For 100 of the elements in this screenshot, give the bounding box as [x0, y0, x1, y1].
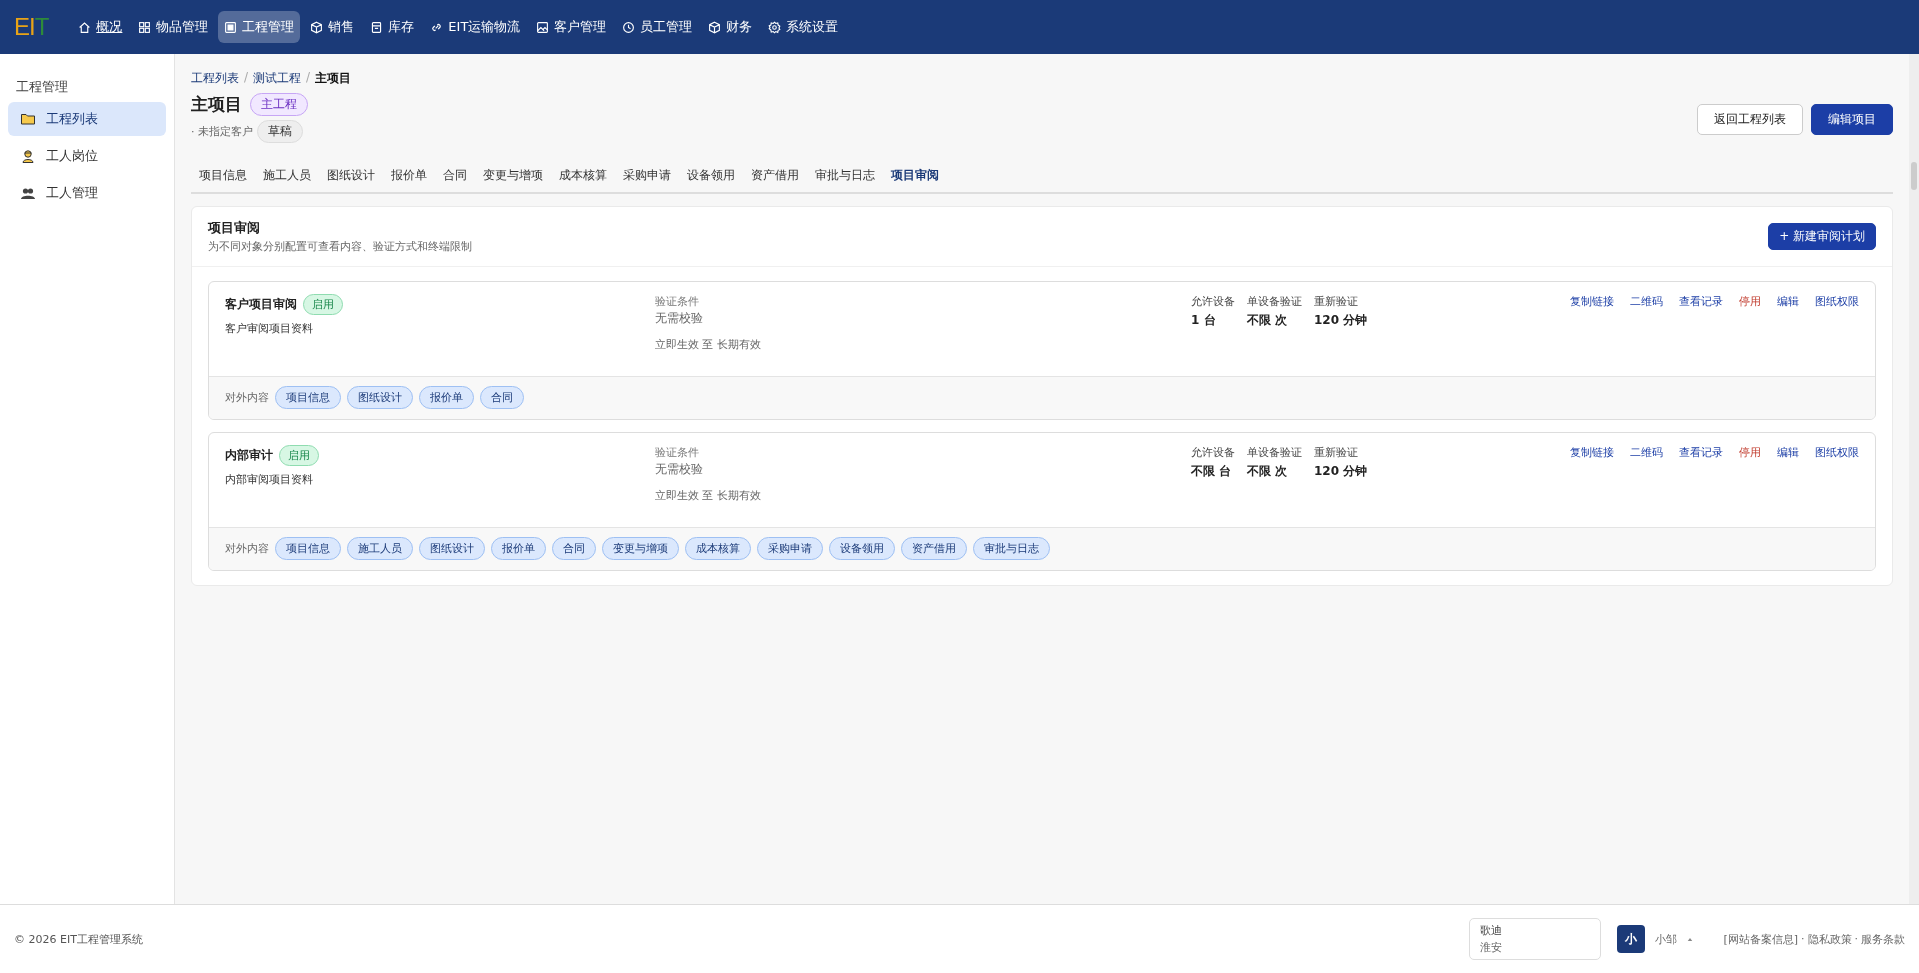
nav-item[interactable]: 客户管理: [530, 11, 613, 43]
action-link[interactable]: 图纸权限: [1815, 445, 1859, 459]
action-link[interactable]: 图纸权限: [1815, 294, 1859, 308]
action-link[interactable]: 二维码: [1630, 445, 1663, 459]
home-icon: [78, 20, 92, 34]
stat-value: 120 分钟: [1314, 312, 1368, 329]
tab[interactable]: 施工人员: [255, 159, 319, 192]
content-tag: 资产借用: [901, 537, 967, 560]
content-label: 对外内容: [225, 390, 269, 405]
status-badge: 草稿: [257, 120, 303, 143]
doc-icon: [370, 20, 384, 34]
image-icon: [536, 20, 550, 34]
plan-description: 客户审阅项目资料: [225, 321, 314, 336]
content-tag: 图纸设计: [347, 386, 413, 409]
stat-label: 允许设备: [1191, 294, 1235, 309]
condition-label: 验证条件: [655, 445, 700, 460]
panel-title: 项目审阅: [208, 219, 261, 237]
worker-icon: [20, 148, 36, 164]
customer-text: · 未指定客户: [191, 124, 253, 139]
sidebar-item[interactable]: 工人管理: [8, 176, 166, 210]
nav-item[interactable]: 概况: [72, 11, 129, 43]
stat-label: 重新验证: [1314, 294, 1359, 309]
user-name[interactable]: 小邹: [1655, 931, 1678, 947]
action-link[interactable]: 查看记录: [1679, 294, 1723, 308]
action-link[interactable]: 停用: [1739, 294, 1761, 308]
condition-label: 验证条件: [655, 294, 700, 309]
breadcrumb-link[interactable]: 工程列表: [191, 70, 239, 87]
nav-item[interactable]: 工程管理: [218, 11, 301, 43]
scrollbar[interactable]: [1909, 54, 1919, 904]
tab[interactable]: 图纸设计: [319, 159, 383, 192]
sidebar-item[interactable]: 工程列表: [8, 102, 166, 136]
content-tag: 报价单: [419, 386, 474, 409]
project-type-badge: 主工程: [250, 93, 308, 116]
stat-value: 120 分钟: [1314, 463, 1368, 480]
nav-item[interactable]: 财务: [702, 11, 759, 43]
content-tag: 设备领用: [829, 537, 895, 560]
tab[interactable]: 资产借用: [743, 159, 807, 192]
sidebar-item[interactable]: 工人岗位: [8, 139, 166, 173]
validity-text: 立即生效 至 长期有效: [655, 337, 762, 352]
folder-icon: [20, 111, 36, 127]
tab[interactable]: 成本核算: [551, 159, 615, 192]
location-box[interactable]: 歌迪 淮安: [1469, 918, 1602, 960]
tab[interactable]: 报价单: [383, 159, 435, 192]
breadcrumb-separator: /: [244, 70, 249, 86]
tab[interactable]: 设备领用: [679, 159, 743, 192]
link-separator: ·: [1854, 931, 1858, 947]
edit-project-button[interactable]: 编辑项目: [1811, 104, 1893, 135]
project-title: 主项目: [191, 93, 242, 116]
gear-icon: [768, 20, 782, 34]
user-avatar[interactable]: 小: [1617, 925, 1646, 953]
content-tag: 施工人员: [347, 537, 413, 560]
stat-value: 不限 次: [1247, 312, 1289, 329]
tab[interactable]: 审批与日志: [807, 159, 883, 192]
action-link[interactable]: 查看记录: [1679, 445, 1723, 459]
caret-icon[interactable]: [1687, 936, 1694, 942]
content-tag: 变更与增项: [602, 537, 679, 560]
logo: EIT: [14, 13, 49, 41]
box-icon: [224, 20, 238, 34]
action-link[interactable]: 复制链接: [1570, 445, 1614, 459]
action-link[interactable]: 二维码: [1630, 294, 1663, 308]
action-link[interactable]: 停用: [1739, 445, 1761, 459]
stat-value: 1 台: [1191, 312, 1217, 329]
content-tag: 项目信息: [275, 537, 341, 560]
breadcrumb-current: 主项目: [315, 70, 352, 87]
sidebar-title: 工程管理: [15, 78, 69, 96]
plan-name: 客户项目审阅: [225, 296, 297, 313]
content-tag: 报价单: [491, 537, 546, 560]
nav-item[interactable]: 物品管理: [132, 11, 215, 43]
content-tag: 合同: [480, 386, 524, 409]
tab[interactable]: 采购申请: [615, 159, 679, 192]
breadcrumb-link[interactable]: 测试工程: [253, 70, 302, 87]
nav-item[interactable]: 销售: [304, 11, 361, 43]
nav-item[interactable]: EIT运输物流: [424, 11, 527, 43]
content-tag: 审批与日志: [973, 537, 1050, 560]
condition-value: 无需校验: [655, 461, 704, 478]
tab[interactable]: 变更与增项: [475, 159, 551, 192]
content-label: 对外内容: [225, 541, 269, 556]
footer-link[interactable]: [网站备案信息]: [1723, 931, 1798, 947]
stat-label: 允许设备: [1191, 445, 1235, 460]
people-icon: [20, 185, 36, 201]
back-button[interactable]: 返回工程列表: [1697, 104, 1803, 135]
nav-item[interactable]: 系统设置: [762, 11, 845, 43]
tab[interactable]: 项目审阅: [883, 159, 947, 192]
nav-item[interactable]: 员工管理: [616, 11, 699, 43]
stat-value: 不限 次: [1247, 463, 1289, 480]
stat-label: 重新验证: [1314, 445, 1359, 460]
footer-link[interactable]: 隐私政策: [1807, 931, 1852, 947]
action-link[interactable]: 复制链接: [1570, 294, 1614, 308]
validity-text: 立即生效 至 长期有效: [655, 488, 762, 503]
footer-link[interactable]: 服务条款: [1861, 931, 1905, 947]
grid-icon: [138, 20, 152, 34]
new-plan-button[interactable]: + 新建审阅计划: [1768, 223, 1876, 250]
content-tag: 成本核算: [685, 537, 751, 560]
nav-item[interactable]: 库存: [364, 11, 421, 43]
action-link[interactable]: 编辑: [1777, 445, 1799, 459]
tab[interactable]: 合同: [435, 159, 475, 192]
cube-icon: [708, 20, 722, 34]
tab[interactable]: 项目信息: [191, 159, 255, 192]
condition-value: 无需校验: [655, 310, 704, 327]
action-link[interactable]: 编辑: [1777, 294, 1799, 308]
